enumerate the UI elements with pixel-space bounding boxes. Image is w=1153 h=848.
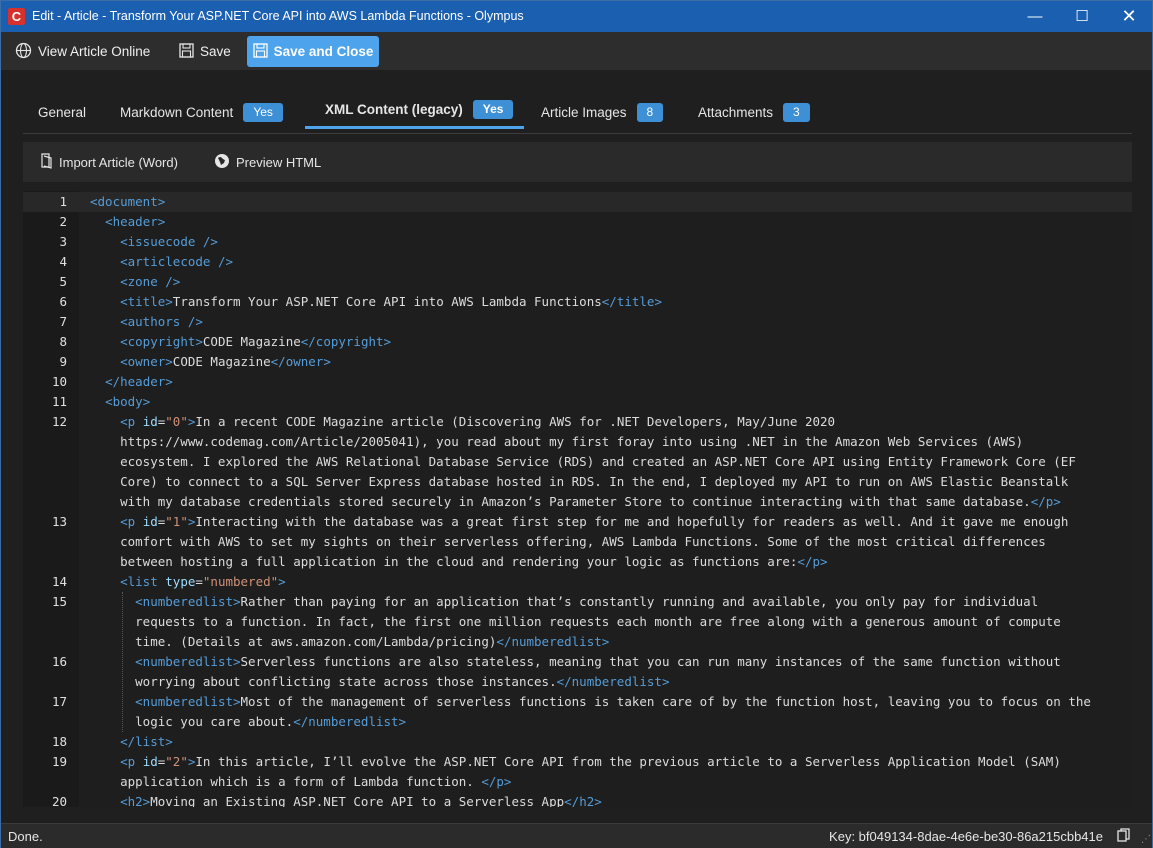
tab-strip: General Markdown Content Yes XML Content… (23, 93, 1132, 134)
line-number: 16 (51, 654, 67, 669)
tab-article-images[interactable]: Article Images 8 (541, 93, 664, 131)
line-number: 1 (59, 194, 67, 209)
code-line: worrying about conflicting state across … (90, 674, 670, 689)
code-line: <p id="1">Interacting with the database … (120, 514, 1069, 529)
code-line: with my database credentials stored secu… (90, 494, 1061, 509)
tab-label: XML Content (legacy) (325, 102, 463, 117)
line-number: 15 (51, 594, 67, 609)
code-line: between hosting a full application in th… (90, 554, 828, 569)
line-number: 10 (51, 374, 67, 389)
code-line: application which is a form of Lambda fu… (90, 774, 512, 789)
title-bar: C Edit - Article - Transform Your ASP.NE… (1, 1, 1152, 32)
code-line: <zone /> (120, 274, 181, 289)
preview-html-label: Preview HTML (236, 155, 322, 170)
tab-attachments[interactable]: Attachments 3 (698, 93, 810, 131)
code-line: </header> (105, 374, 173, 389)
tab-label: Attachments (698, 104, 774, 120)
tab-label: General (38, 104, 87, 120)
code-line: ecosystem. I explored the AWS Relational… (90, 454, 1076, 469)
line-number: 12 (51, 414, 67, 429)
save-button[interactable]: Save (179, 37, 231, 66)
code-line: comfort with AWS to set my sights on the… (90, 534, 1046, 549)
code-line: <document> (90, 194, 166, 209)
copy-icon[interactable] (1117, 828, 1131, 842)
tab-label: Markdown Content (120, 104, 234, 120)
import-document-icon (40, 153, 53, 172)
tab-xml-content[interactable]: XML Content (legacy) Yes (305, 93, 524, 129)
tab-label: Article Images (541, 104, 627, 120)
code-line: <p id="0">In a recent CODE Magazine arti… (120, 414, 836, 429)
code-line: <issuecode /> (120, 234, 218, 249)
import-article-label: Import Article (Word) (59, 155, 178, 170)
floppy-disk-icon (179, 42, 194, 61)
code-line: https://www.codemag.com/Article/2005041)… (90, 434, 1024, 449)
maximize-button[interactable]: ☐ (1059, 1, 1105, 32)
code-line: <owner>CODE Magazine</owner> (120, 354, 331, 369)
line-number: 8 (59, 334, 67, 349)
tab-general[interactable]: General (38, 93, 86, 131)
code-line: <authors /> (120, 314, 203, 329)
save-and-close-label: Save and Close (273, 44, 374, 59)
content-toolbar: Import Article (Word) Preview HTML (23, 142, 1132, 182)
code-line: <title>Transform Your ASP.NET Core API i… (120, 294, 662, 309)
line-number: 9 (59, 354, 67, 369)
code-line: requests to a function. In fact, the fir… (90, 614, 1061, 629)
code-line: <articlecode /> (120, 254, 233, 269)
globe-icon (15, 42, 32, 62)
save-label: Save (200, 44, 231, 59)
code-line: <body> (105, 394, 151, 409)
line-number: 7 (59, 314, 67, 329)
save-and-close-button[interactable]: Save and Close (247, 36, 379, 67)
globe-icon (214, 153, 230, 172)
count-badge: 3 (783, 102, 810, 122)
status-badge: Yes (472, 100, 514, 119)
resize-grip-icon[interactable]: ⋰ (1141, 834, 1151, 845)
minimize-button[interactable]: — (1012, 1, 1058, 32)
line-number: 2 (59, 214, 67, 229)
code-line: <numberedlist>Most of the management of … (135, 694, 1091, 709)
record-key: Key: bf049134-8dae-4e6e-be30-86a215cbb41… (829, 829, 1103, 844)
code-line: </list> (120, 734, 173, 749)
status-bar: Done. Key: bf049134-8dae-4e6e-be30-86a21… (1, 823, 1152, 848)
close-button[interactable]: ✕ (1106, 1, 1152, 32)
app-logo-icon: C (8, 8, 25, 25)
preview-html-button[interactable]: Preview HTML (214, 153, 321, 172)
count-badge: 8 (636, 102, 664, 122)
code-line: Core) to connect to a SQL Server Express… (90, 474, 1069, 489)
code-line: <header> (105, 214, 166, 229)
line-number: 13 (51, 514, 67, 529)
status-text: Done. (8, 829, 43, 844)
window-title: Edit - Article - Transform Your ASP.NET … (32, 9, 524, 23)
view-article-online-button[interactable]: View Article Online (15, 37, 150, 66)
import-article-button[interactable]: Import Article (Word) (40, 153, 178, 172)
current-line-highlight (23, 192, 1132, 212)
line-number: 3 (59, 234, 67, 249)
line-number: 14 (51, 574, 67, 589)
line-number: 17 (51, 694, 67, 709)
code-line: <numberedlist>Serverless functions are a… (135, 654, 1061, 669)
line-number: 5 (59, 274, 67, 289)
line-number: 4 (59, 254, 67, 269)
editor-window: C Edit - Article - Transform Your ASP.NE… (0, 0, 1153, 848)
line-number: 11 (51, 394, 67, 409)
code-line: <h2>Moving an Existing ASP.NET Core API … (120, 794, 602, 807)
xml-code-editor[interactable]: 1 2 3 4 5 6 7 8 9 10 11 12 13 14 15 16 17 18 19 20 <document… (23, 191, 1132, 807)
line-number: 20 (51, 794, 67, 807)
tab-markdown-content[interactable]: Markdown Content Yes (120, 93, 283, 131)
line-number: 6 (59, 294, 67, 309)
status-badge: Yes (243, 102, 283, 122)
code-line: <copyright>CODE Magazine</copyright> (120, 334, 392, 349)
code-line: time. (Details at aws.amazon.com/Lambda/… (90, 634, 610, 649)
floppy-disk-icon (252, 42, 268, 61)
view-article-online-label: View Article Online (38, 44, 151, 59)
line-number: 18 (51, 734, 67, 749)
code-line: logic you care about.</numberedlist> (90, 714, 407, 729)
code-line: <numberedlist>Rather than paying for an … (135, 594, 1039, 609)
main-toolbar: View Article Online Save Save and Close (1, 32, 1152, 70)
code-line: <list type="numbered"> (120, 574, 286, 589)
code-line: <p id="2">In this article, I’ll evolve t… (120, 754, 1061, 769)
line-number: 19 (51, 754, 67, 769)
